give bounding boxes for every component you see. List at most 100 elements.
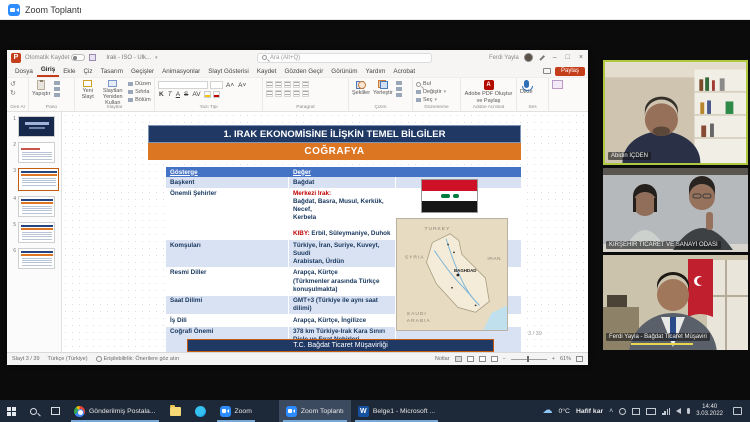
replace-button[interactable]: Değiştir <box>423 89 442 95</box>
taskbar-clock[interactable]: 14:40 3.03.2022 <box>696 404 723 418</box>
dictate-button[interactable]: Dikte <box>520 80 533 95</box>
zoom-slider-thumb[interactable] <box>527 356 530 362</box>
minimize-button[interactable]: – <box>551 54 559 61</box>
align-left-icon[interactable] <box>266 90 273 97</box>
indent-decrease-icon[interactable] <box>284 81 291 88</box>
ribbon-tab-yardım[interactable]: Yardım <box>362 66 390 77</box>
ribbon-tab-kaydet[interactable]: Kaydet <box>253 66 281 77</box>
slideshow-icon[interactable] <box>491 356 498 362</box>
status-accessibility[interactable]: Erişilebilirlik: Önerilere göz atın <box>104 356 180 362</box>
underline-button[interactable]: A <box>175 91 181 98</box>
normal-view-icon[interactable] <box>455 356 462 362</box>
copy-icon[interactable] <box>54 87 60 91</box>
bullets-icon[interactable] <box>266 81 273 88</box>
taskbar-zoom-meeting-button[interactable]: Zoom Toplantı <box>279 400 351 422</box>
close-button[interactable]: × <box>577 54 585 61</box>
ribbon-tab-tasarım[interactable]: Tasarım <box>97 66 127 77</box>
layout-button[interactable]: Düzen <box>135 81 151 87</box>
highlight-color-button[interactable] <box>204 91 211 98</box>
user-account-icon[interactable] <box>619 408 626 415</box>
taskbar-edge-button[interactable] <box>188 400 213 422</box>
undo-icon[interactable]: ↺ <box>10 81 16 88</box>
slide-thumbnail-1[interactable]: 1 <box>9 116 59 137</box>
zoom-slider[interactable] <box>511 359 547 360</box>
slide-thumbnail-2[interactable]: 2 <box>9 142 59 163</box>
ribbon-tab-görünüm[interactable]: Görünüm <box>327 66 361 77</box>
adobe-pdf-button[interactable]: A Adobe PDF Oluştur ve Paylaş <box>464 80 513 104</box>
ribbon-tab-gözden-geçir[interactable]: Gözden Geçir <box>280 66 327 77</box>
video-tile-3[interactable]: Ferdi Yayla - Bağdat Ticaret Müşaviri <box>603 255 748 350</box>
task-view-button[interactable] <box>44 400 67 422</box>
display-icon[interactable] <box>632 408 640 415</box>
ribbon-tab-animasyonlar[interactable]: Animasyonlar <box>158 66 204 77</box>
ribbon-tab-slayt-gösterisi[interactable]: Slayt Gösterisi <box>204 66 253 77</box>
font-size-select[interactable] <box>210 81 223 89</box>
slide-thumbnail-6[interactable]: 6 <box>9 248 59 269</box>
share-button[interactable]: Paylaş <box>555 67 585 76</box>
shrink-font-icon[interactable]: A˅ <box>237 82 247 89</box>
status-language[interactable]: Türkçe (Türkiye) <box>48 356 88 362</box>
new-slide-button[interactable]: Yeni Slayt <box>78 80 97 100</box>
reset-button[interactable]: Sıfırla <box>135 89 149 95</box>
slide-thumbnail-4[interactable]: 4 <box>9 196 59 217</box>
save-icon[interactable] <box>89 54 96 61</box>
section-button[interactable]: Bölüm <box>135 97 151 103</box>
quick-styles-icon[interactable] <box>396 81 402 85</box>
italic-button[interactable]: T <box>167 91 173 98</box>
weather-description[interactable]: Hafif kar <box>576 408 603 415</box>
cut-icon[interactable] <box>54 81 60 85</box>
notes-button[interactable]: Notlar <box>435 356 450 362</box>
bold-button[interactable]: K <box>158 91 165 98</box>
reading-view-icon[interactable] <box>479 356 486 362</box>
line-spacing-icon[interactable] <box>302 81 309 88</box>
slide-sorter-icon[interactable] <box>467 356 474 362</box>
justify-icon[interactable] <box>293 90 300 97</box>
weather-temperature[interactable]: 0°C <box>559 408 570 415</box>
columns-icon[interactable] <box>302 90 309 97</box>
microphone-icon[interactable] <box>687 408 690 414</box>
chevron-down-icon[interactable]: ▾ <box>155 55 158 61</box>
search-input[interactable]: Ara (Alt+Q) <box>257 53 432 63</box>
autosave-toggle[interactable] <box>71 54 85 61</box>
zoom-out-button[interactable]: − <box>503 356 506 362</box>
ribbon-tab-acrobat[interactable]: Acrobat <box>389 66 419 77</box>
shape-fill-icon[interactable] <box>396 87 402 91</box>
reuse-slides-button[interactable]: Slaytları Yeniden Kullan <box>100 80 125 106</box>
character-spacing-icon[interactable]: AV <box>191 91 201 98</box>
numbering-icon[interactable] <box>275 81 282 88</box>
font-color-button[interactable] <box>213 91 220 98</box>
font-name-select[interactable] <box>158 81 208 89</box>
ribbon-tab-giriş[interactable]: Giriş <box>37 64 59 77</box>
taskbar-chrome-button[interactable]: Gönderilmiş Postala... <box>67 400 163 422</box>
video-tile-2[interactable]: KIRŞEHİR TİCARET VE SANAYİ ODASI <box>603 168 748 252</box>
redo-icon[interactable]: ↻ <box>10 90 16 97</box>
arrange-button[interactable]: Yerleştir <box>373 80 393 96</box>
slide-editor[interactable]: 1. IRAK EKONOMİSİNE İLİŞKİN TEMEL BİLGİL… <box>62 112 588 352</box>
taskbar-word-button[interactable]: W Belge1 - Microsoft ... <box>351 400 442 422</box>
video-tile-1[interactable]: Abidin İÇDEN <box>603 60 748 165</box>
ribbon-tab-geçişler[interactable]: Geçişler <box>127 66 158 77</box>
ribbon-tab-çiz[interactable]: Çiz <box>79 66 96 77</box>
taskbar-search-button[interactable] <box>23 400 44 422</box>
hidden-icons-chevron[interactable]: ˄ <box>609 408 613 415</box>
indent-increase-icon[interactable] <box>293 81 300 88</box>
slide-thumbnail-3[interactable]: 3 <box>9 168 59 191</box>
network-icon[interactable] <box>662 408 670 415</box>
align-center-icon[interactable] <box>275 90 282 97</box>
pen-icon[interactable] <box>538 54 546 62</box>
find-button[interactable]: Bul <box>423 81 431 87</box>
comments-icon[interactable] <box>543 68 551 74</box>
select-button[interactable]: Seç <box>423 97 432 103</box>
shapes-button[interactable]: Şekiller <box>352 80 370 96</box>
shape-outline-icon[interactable] <box>396 93 402 97</box>
battery-icon[interactable] <box>646 408 656 415</box>
autosave-control[interactable]: Otomatik Kaydet <box>25 54 85 61</box>
action-center-icon[interactable] <box>733 407 742 415</box>
zoom-percentage[interactable]: 61% <box>560 356 571 362</box>
paste-button[interactable]: Yapıştır <box>32 80 51 97</box>
strikethrough-button[interactable]: S <box>183 91 189 98</box>
restore-button[interactable]: □ <box>564 54 572 61</box>
taskbar-zoom-button[interactable]: Zoom <box>213 400 259 422</box>
slide-thumbnail-5[interactable]: 5 <box>9 222 59 243</box>
format-painter-icon[interactable] <box>54 93 60 97</box>
